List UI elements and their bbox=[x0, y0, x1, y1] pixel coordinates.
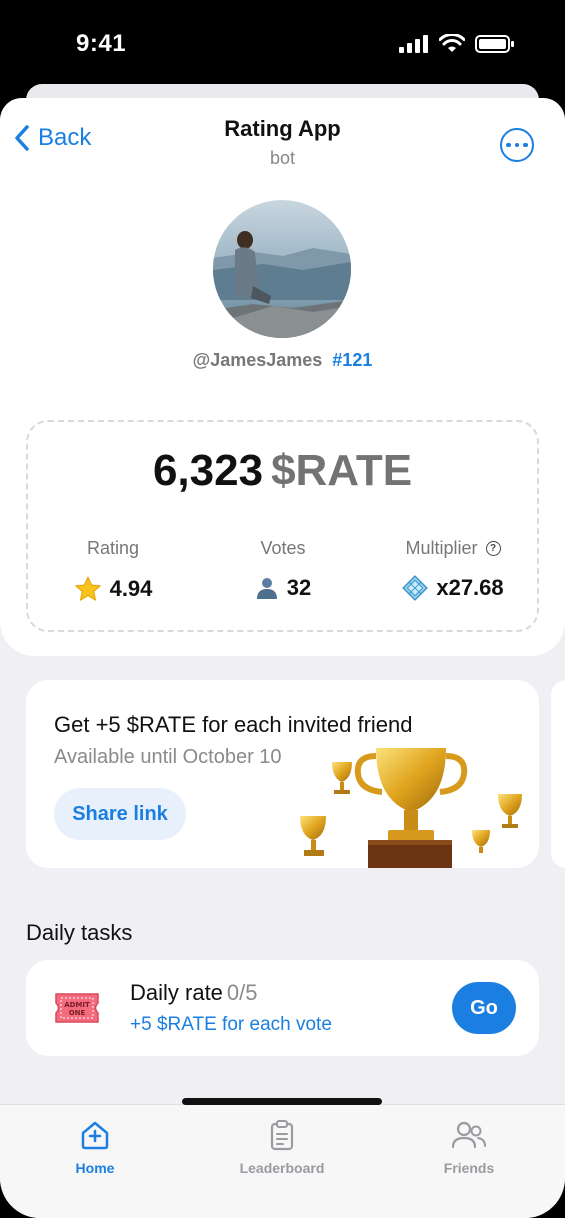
daily-tasks-title: Daily tasks bbox=[26, 920, 133, 945]
invite-card: Get +5 $RATE for each invited friend Ava… bbox=[26, 680, 539, 868]
share-link-button[interactable]: Share link bbox=[54, 788, 186, 840]
balance: 6,323 $RATE bbox=[28, 446, 537, 496]
tab-home[interactable]: Home bbox=[25, 1119, 165, 1176]
balance-currency: $RATE bbox=[271, 446, 413, 495]
battery-icon bbox=[475, 35, 514, 53]
tab-leaderboard[interactable]: Leaderboard bbox=[212, 1119, 352, 1176]
person-icon bbox=[256, 578, 277, 599]
daily-task-card: ADMIT ONE Daily rate 0/5 +5 $RATE for eac… bbox=[26, 960, 539, 1056]
stat-value: 4.94 bbox=[109, 576, 153, 601]
invite-title: Get +5 $RATE for each invited friend bbox=[54, 712, 413, 737]
tab-label: Friends bbox=[443, 1160, 495, 1176]
signal-icon bbox=[399, 35, 428, 53]
profile-card: Back Rating App bot @JamesJames #121 6,3… bbox=[0, 98, 565, 656]
page-title: Rating App bbox=[224, 116, 341, 141]
next-card-peek[interactable] bbox=[551, 680, 565, 868]
stat-label: Rating bbox=[86, 538, 140, 558]
username-row: @JamesJames #121 bbox=[0, 350, 565, 371]
task-count: 0/5 bbox=[226, 980, 258, 1005]
stat-label: Multiplier bbox=[405, 538, 478, 558]
stat-value: 32 bbox=[286, 575, 312, 600]
trophy-icon bbox=[354, 748, 468, 868]
status-icons bbox=[399, 34, 515, 54]
friends-icon bbox=[451, 1121, 486, 1149]
tab-friends[interactable]: Friends bbox=[399, 1119, 539, 1176]
trophy-illustration bbox=[300, 748, 522, 868]
task-name: Daily rate bbox=[130, 980, 223, 1005]
phone-screen: 9:41 Back Rating App bot @JamesJames #12… bbox=[0, 0, 565, 1218]
username: @JamesJames bbox=[192, 350, 323, 370]
trophy-icon bbox=[332, 762, 352, 794]
diamond-icon bbox=[402, 575, 429, 601]
task-reward: +5 $RATE for each vote bbox=[130, 1014, 332, 1035]
trophy-icon bbox=[472, 830, 490, 853]
stat-votes: Votes 32 bbox=[198, 538, 368, 601]
home-indicator[interactable] bbox=[182, 1098, 382, 1105]
dot-icon bbox=[514, 142, 520, 148]
tab-label: Home bbox=[75, 1160, 115, 1176]
stat-rating: Rating 4.94 bbox=[28, 538, 198, 603]
trophy-icon bbox=[498, 794, 522, 828]
ticket-text: ONE bbox=[69, 1009, 86, 1017]
ticket-icon: ADMIT ONE bbox=[55, 993, 99, 1023]
tab-label: Leaderboard bbox=[239, 1160, 325, 1176]
stat-multiplier: Multiplier ? x27.68 bbox=[368, 538, 538, 601]
status-bar: 9:41 bbox=[0, 0, 565, 90]
balance-amount: 6,323 bbox=[152, 446, 264, 495]
rank-badge: #121 bbox=[332, 350, 373, 370]
status-time: 9:41 bbox=[76, 30, 127, 57]
app-content: Back Rating App bot @JamesJames #121 6,3… bbox=[0, 98, 565, 1218]
page-subtitle: bot bbox=[269, 148, 296, 168]
dot-icon bbox=[506, 142, 511, 148]
invite-subtitle: Available until October 10 bbox=[54, 746, 282, 768]
home-plus-icon bbox=[81, 1121, 109, 1150]
stat-value: x27.68 bbox=[436, 575, 504, 600]
avatar bbox=[213, 200, 351, 338]
more-options-button[interactable] bbox=[500, 128, 534, 162]
go-button[interactable]: Go bbox=[452, 982, 516, 1034]
task-title: Daily rate 0/5 bbox=[130, 980, 258, 1006]
wifi-icon bbox=[439, 34, 465, 52]
trophy-icon bbox=[300, 816, 326, 856]
dot-icon bbox=[523, 142, 528, 148]
ticket-text: ADMIT bbox=[64, 1001, 90, 1009]
tab-bar: Home Leaderboard Friends bbox=[0, 1104, 565, 1218]
clipboard-icon bbox=[270, 1120, 294, 1151]
star-icon bbox=[74, 576, 101, 601]
stat-label: Votes bbox=[260, 538, 306, 558]
help-icon[interactable]: ? bbox=[485, 541, 501, 556]
stats-box: 6,323 $RATE Rating 4.94 Votes 32 Multipl… bbox=[26, 420, 539, 632]
